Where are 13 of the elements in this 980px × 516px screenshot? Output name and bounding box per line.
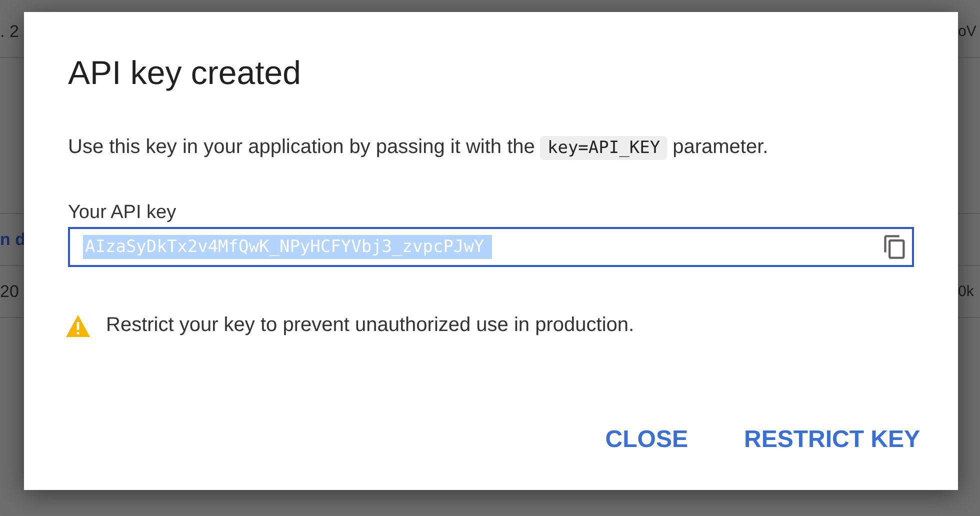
table-text: oV bbox=[958, 23, 976, 40]
warning-icon bbox=[66, 314, 90, 336]
table-text: 20 bbox=[0, 282, 19, 302]
dialog-title: API key created bbox=[68, 53, 302, 93]
dialog-button[interactable]: RESTRICT KEY bbox=[730, 420, 934, 460]
table-text: . 2 bbox=[0, 22, 19, 42]
dialog-button[interactable]: CLOSE bbox=[591, 420, 702, 460]
table-text: 0k bbox=[958, 283, 974, 300]
description: Use this key in your application by passing it with the key=API_KEY parameter. bbox=[68, 135, 770, 162]
warning-text: Restrict your key to prevent unauthorized use in production. bbox=[106, 314, 634, 337]
code-chip: key=API_KEY bbox=[540, 136, 668, 160]
field-label: Your API key bbox=[68, 201, 178, 225]
copy-icon[interactable] bbox=[882, 234, 908, 260]
